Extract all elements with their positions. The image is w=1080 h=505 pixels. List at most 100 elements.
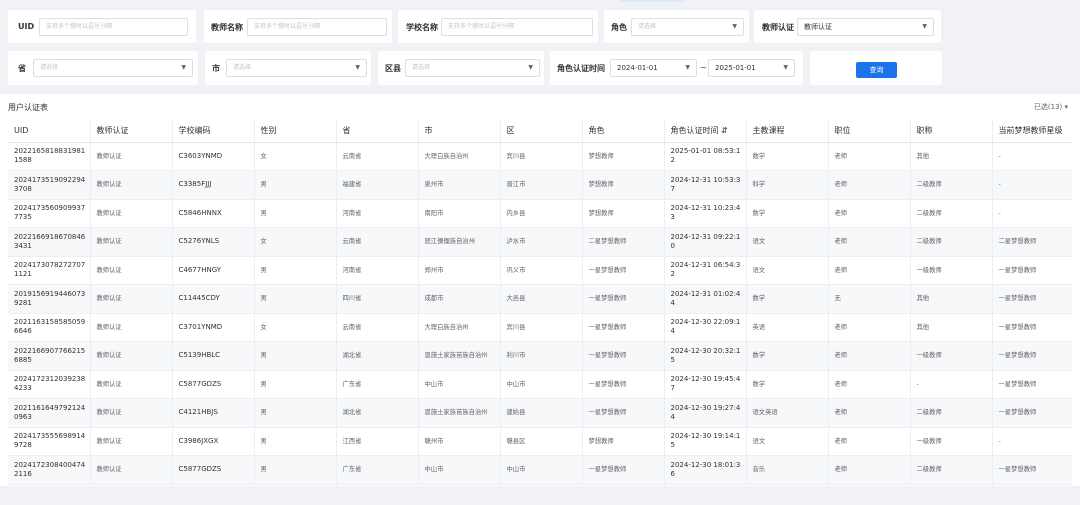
city-select[interactable]: 请选择 ▼ [226,59,367,77]
table-cell: 2024-12-31 06:54:32 [664,256,747,285]
table-cell: 内乡县 [500,199,583,228]
table-cell: 老师 [828,455,911,485]
province-select-placeholder: 请选择 [40,64,59,71]
table-cell: 2024-12-30 19:14:15 [664,427,747,456]
column-header: 职位 [828,120,911,143]
table-cell: 二级教师 [910,398,993,428]
table-cell: 数学 [746,370,829,399]
table-cell: 教师认证 [90,455,173,485]
start-date-select[interactable]: 2024-01-01 ▼ [610,59,697,77]
end-date-select[interactable]: 2025-01-01 ▼ [708,59,795,77]
table-cell: 二星梦想教师 [992,227,1072,257]
table-cell: 一星梦想教师 [582,284,665,314]
table-cell: 巩义市 [500,256,583,285]
table-cell: C5877GDZS [172,455,255,485]
chevron-down-icon: ▼ [732,23,737,30]
table-cell: 一星梦想教师 [992,313,1072,342]
table-cell: 20241730782727071121 [8,256,91,285]
table-cell: 二级教师 [910,455,993,485]
column-header: 职称 [910,120,993,143]
table-cell: 恩施土家族苗族自治州 [418,341,501,371]
user-cert-table: UID 教师认证 学校编码 性别省市区角色 角色认证时间 ⇵ 主教课程 职位 职称 当前梦想教师… [8,120,1072,485]
table-cell: 男 [254,427,337,456]
table-cell: 老师 [828,370,911,399]
table-cell: 男 [254,284,337,314]
table-row: 20241735556989149728 教师认证 C3986JXGX 男江西省 赣州市… [8,427,1072,456]
table-row: 20191569194460739281 教师认证 C11445CDY 男四川省 成都市… [8,284,1072,314]
table-cell: 2024-12-30 19:27:44 [664,398,747,428]
table-cell: 无 [828,284,911,314]
table-cell: 语文英语 [746,398,829,428]
table-cell: 男 [254,170,337,200]
table-cell: 一星梦想教师 [582,313,665,342]
table-cell: 20191569194460739281 [8,284,91,314]
table-cell: 男 [254,455,337,485]
table-cell: 男 [254,199,337,228]
table-cell: 数学 [746,142,829,171]
chevron-down-icon: ▼ [528,64,533,71]
table-cell: 四川省 [336,284,419,314]
table-cell: 2024-12-30 18:01:36 [664,455,747,485]
table-cell: 科学 [746,170,829,200]
table-cell: 晋江市 [500,170,583,200]
table-cell: 福建省 [336,170,419,200]
table-cell: 云南省 [336,142,419,171]
table-cell: 南阳市 [418,199,501,228]
column-header[interactable]: 角色认证时间 ⇵ [664,120,747,143]
table-cell: 20241735556989149728 [8,427,91,456]
table-cell: 怒江傈僳族自治州 [418,227,501,257]
table-cell: 一级教师 [910,341,993,371]
teacher-name-input[interactable]: 支持多个搜时以逗号分隔 [247,18,387,36]
table-cell: 女 [254,227,337,257]
table-cell: 2024-12-30 22:09:14 [664,313,747,342]
column-header: 主教课程 [746,120,829,143]
table-cell: 20241735190922943708 [8,170,91,200]
table-cell: 教师认证 [90,256,173,285]
table-cell: 20241735609099377735 [8,199,91,228]
table-cell: - [910,370,993,399]
table-cell: 广东省 [336,455,419,485]
table-cell: 男 [254,370,337,399]
table-cell: 英语 [746,313,829,342]
chevron-down-icon: ▼ [783,64,788,71]
table-cell: 云南省 [336,313,419,342]
start-date-value: 2024-01-01 [617,64,658,72]
table-cell: 大理白族自治州 [418,142,501,171]
column-header: 市 [418,120,501,143]
table-cell: 语文 [746,427,829,456]
table-cell: 广东省 [336,370,419,399]
column-selector[interactable]: 已选(13) ▾ [1034,102,1068,112]
table-row: 20241723084004742116 教师认证 C5877GDZS 男广东省 中山市… [8,455,1072,485]
chevron-down-icon: ▼ [355,64,360,71]
table-cell: 2025-01-01 08:53:12 [664,142,747,171]
table-cell: 湖北省 [336,341,419,371]
district-select[interactable]: 请选择 ▼ [405,59,540,77]
table-cell: 男 [254,256,337,285]
table-cell: 教师认证 [90,427,173,456]
end-date-value: 2025-01-01 [715,64,756,72]
role-select[interactable]: 请选择 ▼ [631,18,744,36]
table-cell: 一星梦想教师 [992,341,1072,371]
chevron-down-icon: ▼ [181,64,186,71]
table-cell: 其他 [910,284,993,314]
school-name-input[interactable]: 支持多个搜时以逗号分隔 [441,18,593,36]
table-cell: 老师 [828,170,911,200]
query-button[interactable]: 查询 [856,62,897,78]
table-cell: 数学 [746,199,829,228]
table-title: 用户认证表 [8,103,48,112]
teacher-cert-select[interactable]: 教师认证 ▼ [797,18,934,36]
uid-input[interactable]: 支持多个搜时以逗号分隔 [39,18,188,36]
province-label: 省 [18,64,26,73]
table-cell: C3603YNMD [172,142,255,171]
role-select-placeholder: 请选择 [638,23,657,30]
table-row: 20241730782727071121 教师认证 C4677HNGY 男河南省 郑州市… [8,256,1072,285]
table-row: 20221669077662156885 教师认证 C5139HBLC 男湖北省 恩施土… [8,341,1072,371]
filter-card-teacher-name: 教师名称 支持多个搜时以逗号分隔 [204,10,392,43]
table-cell: 大理白族自治州 [418,313,501,342]
table-cell: 数学 [746,341,829,371]
table-cell: C3385FJJJ [172,170,255,200]
table-cell: 泸水市 [500,227,583,257]
table-cell: C5846HNNX [172,199,255,228]
table-cell: 20221669186708463431 [8,227,91,257]
province-select[interactable]: 请选择 ▼ [33,59,193,77]
